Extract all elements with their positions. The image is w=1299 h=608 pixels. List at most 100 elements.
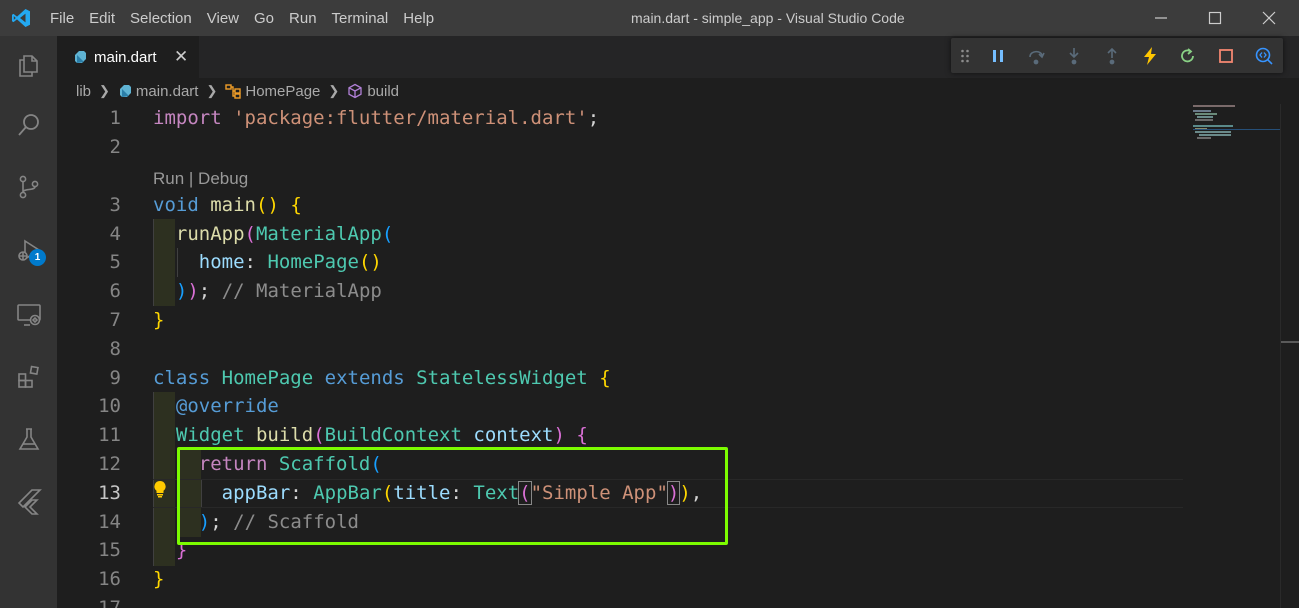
- code-line-7: }: [153, 309, 165, 331]
- pause-button[interactable]: [979, 38, 1017, 73]
- debug-toolbar-grip[interactable]: [951, 38, 979, 73]
- search-button[interactable]: [0, 100, 57, 150]
- restart-button[interactable]: [1169, 38, 1207, 73]
- extensions-icon: [17, 365, 39, 388]
- step-over-button[interactable]: [1017, 38, 1055, 73]
- hot-reload-icon: [1144, 46, 1156, 65]
- step-over-icon: [1029, 50, 1045, 64]
- code-line-9: class HomePage extends StatelessWidget {: [153, 367, 611, 389]
- flutter-button[interactable]: [0, 476, 57, 526]
- code-line-6: )); // MaterialApp: [175, 280, 382, 302]
- minimize-button[interactable]: [1138, 0, 1184, 36]
- breadcrumb-build[interactable]: build: [367, 83, 399, 100]
- code-line-1: import 'package:flutter/material.dart';: [153, 107, 600, 129]
- step-out-button[interactable]: [1093, 38, 1131, 73]
- breadcrumb-lib[interactable]: lib: [76, 83, 91, 100]
- step-out-icon: [1107, 47, 1117, 64]
- chevron-right-icon: ❯: [99, 83, 110, 98]
- minimap[interactable]: [1190, 104, 1280, 144]
- menu-selection[interactable]: Selection: [130, 10, 192, 27]
- minimize-icon: [1155, 17, 1167, 19]
- line-number: 5: [109, 251, 121, 273]
- search-icon: [17, 114, 39, 136]
- title-bar: File Edit Selection View Go Run Terminal…: [0, 0, 1299, 36]
- close-window-button[interactable]: [1246, 0, 1292, 36]
- menu-bar: File Edit Selection View Go Run Terminal…: [50, 0, 449, 36]
- remote-explorer-icon: [16, 304, 41, 326]
- tab-main-dart[interactable]: main.dart ✕: [57, 36, 199, 78]
- line-number: 8: [109, 338, 121, 360]
- source-control-button[interactable]: [0, 162, 57, 212]
- vertical-scrollbar[interactable]: [1280, 104, 1299, 608]
- breadcrumb-homepage[interactable]: HomePage: [245, 83, 320, 100]
- hot-reload-button[interactable]: [1131, 38, 1169, 73]
- line-number: 1: [109, 107, 121, 129]
- debug-badge: 1: [29, 249, 46, 266]
- menu-file[interactable]: File: [50, 10, 74, 27]
- testing-button[interactable]: [0, 414, 57, 464]
- stop-button[interactable]: [1207, 38, 1245, 73]
- lightbulb-icon[interactable]: [153, 480, 167, 498]
- code-line-11: Widget build(BuildContext context) {: [175, 424, 588, 446]
- run-debug-button[interactable]: 1: [0, 226, 57, 276]
- menu-help[interactable]: Help: [403, 10, 434, 27]
- chevron-right-icon: ❯: [328, 83, 340, 98]
- code-line-4: runApp(MaterialApp(: [175, 223, 394, 245]
- step-into-button[interactable]: [1055, 38, 1093, 73]
- line-number: 10: [98, 395, 121, 417]
- devtools-button[interactable]: [1245, 38, 1283, 73]
- pause-icon: [993, 49, 1003, 62]
- tab-close-icon[interactable]: ✕: [174, 47, 188, 67]
- class-icon: [225, 83, 242, 99]
- line-number-active: 13: [98, 482, 121, 504]
- line-number: 3: [109, 194, 121, 216]
- chevron-right-icon: ❯: [206, 83, 218, 98]
- remote-explorer-button[interactable]: [0, 290, 57, 340]
- maximize-button[interactable]: [1192, 0, 1238, 36]
- menu-go[interactable]: Go: [254, 10, 274, 27]
- line-number: 7: [109, 309, 121, 331]
- line-number: 14: [98, 511, 121, 533]
- menu-terminal[interactable]: Terminal: [332, 10, 389, 27]
- line-number: 9: [109, 367, 121, 389]
- line-number: 4: [109, 223, 121, 245]
- highlight-box: [177, 447, 728, 545]
- code-line-3: void main() {: [153, 194, 302, 216]
- step-into-icon: [1069, 47, 1079, 64]
- method-icon: [347, 83, 363, 99]
- devtools-icon: [1255, 47, 1273, 65]
- activity-bar: 1: [0, 36, 57, 608]
- explorer-button[interactable]: [0, 40, 57, 90]
- line-number: 15: [98, 539, 121, 561]
- code-line-5: home: HomePage(): [198, 251, 382, 273]
- scrollbar-cursor-marker: [1281, 341, 1299, 343]
- explorer-icon: [18, 55, 38, 77]
- maximize-icon: [1208, 11, 1222, 25]
- line-number: 11: [98, 424, 121, 446]
- extensions-button[interactable]: [0, 352, 57, 402]
- grip-icon: [961, 49, 969, 62]
- code-line-16: }: [153, 568, 165, 590]
- line-number: 17: [98, 597, 121, 608]
- dart-file-icon: [75, 51, 86, 63]
- code-line-10: @override: [175, 395, 279, 417]
- window-title: main.dart - simple_app - Visual Studio C…: [631, 10, 905, 26]
- stop-icon: [1219, 48, 1233, 63]
- testing-icon: [18, 428, 39, 450]
- vscode-logo-icon[interactable]: [11, 8, 31, 28]
- dart-file-icon: [118, 84, 132, 98]
- codelens-run-debug[interactable]: Run | Debug: [153, 167, 248, 191]
- menu-edit[interactable]: Edit: [89, 10, 115, 27]
- debug-toolbar: [951, 38, 1283, 73]
- code-editor[interactable]: 1 2 Run | Debug 3 4 5 6 7 8 9 10 11 12 1…: [57, 104, 1299, 608]
- line-number: 2: [109, 136, 121, 158]
- restart-icon: [1181, 47, 1194, 62]
- source-control-icon: [19, 175, 38, 199]
- breadcrumb-main-dart[interactable]: main.dart: [136, 83, 199, 100]
- menu-run[interactable]: Run: [289, 10, 317, 27]
- tab-label: main.dart: [94, 48, 157, 66]
- line-number: 6: [109, 280, 121, 302]
- menu-view[interactable]: View: [207, 10, 239, 27]
- line-number: 12: [98, 453, 121, 475]
- line-number: 16: [98, 568, 121, 590]
